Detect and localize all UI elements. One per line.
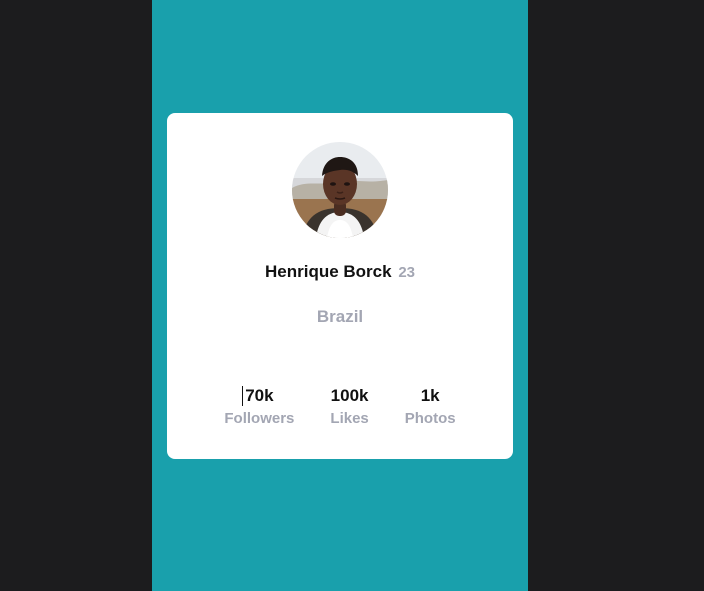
profile-name-row: Henrique Borck 23 bbox=[167, 261, 513, 284]
avatar bbox=[292, 142, 388, 238]
stat-likes-value: 100k bbox=[330, 386, 369, 405]
stat-followers: 70k Followers bbox=[224, 385, 294, 429]
stat-photos-label: Photos bbox=[404, 410, 456, 427]
profile-age: 23 bbox=[398, 264, 415, 281]
stat-followers-label: Followers bbox=[224, 410, 295, 427]
profile-name: Henrique Borck bbox=[264, 262, 392, 281]
profile-stats: 70k Followers 100k Likes 1k Photos bbox=[167, 385, 513, 429]
stat-likes: 100k Likes bbox=[330, 385, 368, 429]
stat-likes-label: Likes bbox=[330, 410, 369, 427]
avatar-image bbox=[292, 142, 388, 238]
stat-photos: 1k Photos bbox=[405, 385, 456, 429]
profile-country: Brazil bbox=[316, 307, 364, 326]
profile-card: Henrique Borck 23 Brazil 70k Followers 1… bbox=[167, 113, 513, 459]
stat-followers-value: 70k bbox=[245, 386, 274, 405]
stat-photos-value: 1k bbox=[420, 386, 440, 405]
